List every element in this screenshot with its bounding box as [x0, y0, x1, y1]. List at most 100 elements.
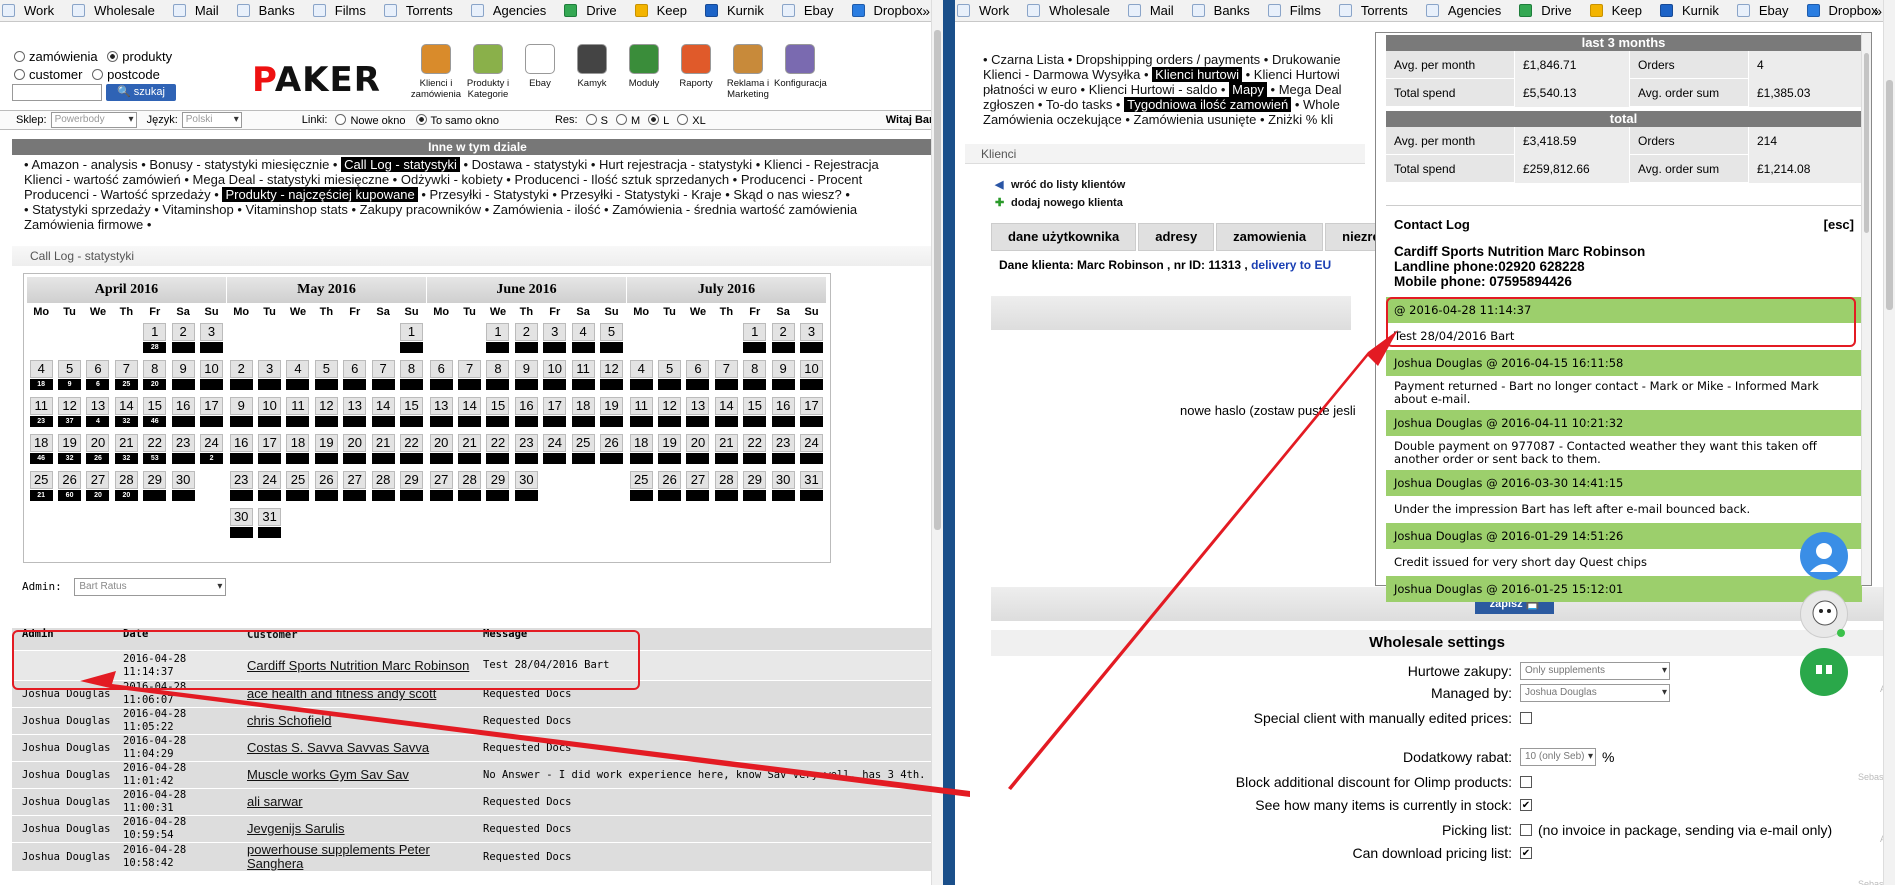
radio-postcode[interactable]: postcode — [92, 66, 160, 84]
bookmark-keep[interactable]: Keep — [1589, 3, 1651, 18]
bookmarks-more-icon[interactable]: » — [922, 3, 930, 19]
link-mapy[interactable]: Mapy — [1229, 82, 1267, 97]
form-checkbox[interactable]: ✔ — [1520, 847, 1532, 859]
bookmark-films[interactable]: Films — [1267, 3, 1330, 18]
chat-agent-avatar[interactable] — [1800, 590, 1848, 638]
calendar-day[interactable]: 17 — [255, 432, 283, 469]
calendar-day[interactable]: 28 20 — [112, 469, 140, 506]
calendar-day[interactable]: 16 — [169, 395, 197, 432]
calendar-day[interactable]: 14 — [369, 395, 397, 432]
calendar-day[interactable]: 25 — [627, 469, 655, 506]
links-text[interactable]: Klienci - wartość zamówień • Mega Deal -… — [24, 172, 943, 187]
calendar-day[interactable]: 7 25 — [112, 358, 140, 395]
calendar-day[interactable]: 19 32 — [55, 432, 83, 469]
search-input[interactable] — [12, 84, 102, 101]
radio-zamowienia[interactable]: zamówienia — [14, 48, 98, 66]
calendar-day[interactable]: 27 20 — [84, 469, 112, 506]
add-client-link[interactable]: ✚ dodaj nowego klienta — [995, 196, 1123, 209]
calendar-day[interactable]: 10 — [197, 358, 225, 395]
calendar-day[interactable]: 20 26 — [84, 432, 112, 469]
calendar-day[interactable]: 22 — [484, 432, 512, 469]
calendar-day[interactable]: 28 — [369, 469, 397, 506]
calendar-day[interactable]: 24 — [797, 432, 825, 469]
calendar-day[interactable]: 24 2 — [197, 432, 225, 469]
bookmark-torrents[interactable]: Torrents — [383, 3, 462, 18]
calendar-day[interactable]: 9 — [512, 358, 540, 395]
bookmark-banks[interactable]: Banks — [1191, 3, 1259, 18]
bookmarks-more-icon[interactable]: » — [1874, 3, 1882, 19]
bookmark-drive[interactable]: Drive — [1519, 3, 1580, 18]
nav-produkty-i-kategorie[interactable]: Produkty i Kategorie — [462, 44, 514, 100]
link-call-log-active[interactable]: Call Log - statystyki — [341, 157, 460, 172]
calendar-day[interactable]: 5 — [597, 321, 625, 358]
calendar-day[interactable]: 28 — [712, 469, 740, 506]
calendar-day[interactable]: 14 — [712, 395, 740, 432]
form-checkbox[interactable] — [1520, 712, 1532, 724]
calendar-day[interactable]: 30 — [769, 469, 797, 506]
calendar-day[interactable]: 13 — [684, 395, 712, 432]
left-scrollbar[interactable] — [931, 0, 943, 885]
res-option-m[interactable]: M — [615, 113, 640, 127]
links-text[interactable]: płatności w euro • Klienci Hurtowi - sal… — [983, 82, 1225, 97]
calendar-day[interactable]: 30 — [169, 469, 197, 506]
calendar-day[interactable]: 26 60 — [55, 469, 83, 506]
calendar-day[interactable]: 29 — [141, 469, 169, 506]
radio-nowe-okno[interactable]: Nowe okno — [335, 113, 406, 127]
links-text[interactable]: • Mega Deal — [1271, 82, 1342, 97]
calendar-day[interactable]: 15 — [741, 395, 769, 432]
calendar-day[interactable]: 13 4 — [84, 395, 112, 432]
calendar-day[interactable]: 14 — [455, 395, 483, 432]
calendar-day[interactable]: 66 — [84, 358, 112, 395]
calendar-day[interactable]: 7 — [455, 358, 483, 395]
calendar-day[interactable]: 26 — [312, 469, 340, 506]
nav-raporty[interactable]: Raporty — [670, 44, 722, 100]
calendar-day[interactable]: 20 — [341, 432, 369, 469]
calendar-day[interactable]: 20 — [684, 432, 712, 469]
right-scrollbar[interactable] — [1883, 0, 1895, 885]
cell-customer-link[interactable]: Jevgenijs Sarulis — [241, 822, 477, 836]
calendar-day[interactable]: 15 46 — [141, 395, 169, 432]
calendar-day[interactable]: 22 53 — [141, 432, 169, 469]
esc-button[interactable]: [esc] — [1824, 217, 1854, 232]
calendar-day[interactable]: 4 18 — [27, 358, 55, 395]
links-text[interactable]: • Dostawa - statystyki • Hurt rejestracj… — [463, 157, 878, 172]
calendar-day[interactable]: 3 — [197, 321, 225, 358]
calendar-day[interactable]: 30 — [227, 506, 255, 543]
links-text[interactable]: • Amazon - analysis • Bonusy - statystyk… — [24, 157, 338, 172]
calendar-day[interactable]: 12 — [312, 395, 340, 432]
form-checkbox[interactable] — [1520, 776, 1532, 788]
calendar-day[interactable]: 20 — [427, 432, 455, 469]
cell-customer-link[interactable]: ali sarwar — [241, 795, 477, 809]
cell-customer-link[interactable]: chris Schofield — [241, 714, 477, 728]
bookmark-dropbox[interactable]: Dropbox — [851, 3, 932, 18]
calendar-day[interactable]: 10 — [255, 395, 283, 432]
link-tygodniowa[interactable]: Tygodniowa ilość zamowień — [1124, 97, 1292, 112]
calendar-day[interactable]: 18 46 — [27, 432, 55, 469]
calendar-day[interactable]: 24 — [541, 432, 569, 469]
bookmark-ebay[interactable]: Ebay — [1736, 3, 1798, 18]
links-text[interactable]: Klienci - Darmowa Wysyłka • — [983, 67, 1149, 82]
calendar-day[interactable]: 11 23 — [27, 395, 55, 432]
calendar-day[interactable]: 1 — [397, 321, 425, 358]
calendar-day[interactable]: 10 — [541, 358, 569, 395]
tab-adresy[interactable]: adresy — [1138, 223, 1215, 251]
res-option-xl[interactable]: XL — [677, 113, 706, 127]
delivery-link[interactable]: delivery to EU — [1251, 258, 1331, 272]
calendar-day[interactable]: 14 32 — [112, 395, 140, 432]
chat-quote-icon[interactable] — [1800, 648, 1848, 696]
bookmark-mail[interactable]: Mail — [1127, 3, 1183, 18]
bookmark-work[interactable]: Work — [957, 3, 1018, 18]
calendar-day[interactable]: 23 — [169, 432, 197, 469]
cell-customer-link[interactable]: Costas S. Savva Savvas Savva — [241, 741, 477, 755]
links-text[interactable]: • Przesyłki - Statystyki • Przesyłki - S… — [421, 187, 850, 202]
bookmark-drive[interactable]: Drive — [564, 3, 625, 18]
calendar-day[interactable]: 2 — [227, 358, 255, 395]
calendar-day[interactable]: 5 — [312, 358, 340, 395]
calendar-day[interactable]: 27 — [341, 469, 369, 506]
calendar-day[interactable]: 21 32 — [112, 432, 140, 469]
calendar-day[interactable]: 25 — [284, 469, 312, 506]
link-produkty-highlight[interactable]: Produkty - najczęściej kupowane — [222, 187, 418, 202]
calendar-day[interactable]: 29 — [397, 469, 425, 506]
calendar-day[interactable]: 12 — [597, 358, 625, 395]
jezyk-select[interactable]: Polski — [181, 112, 242, 128]
